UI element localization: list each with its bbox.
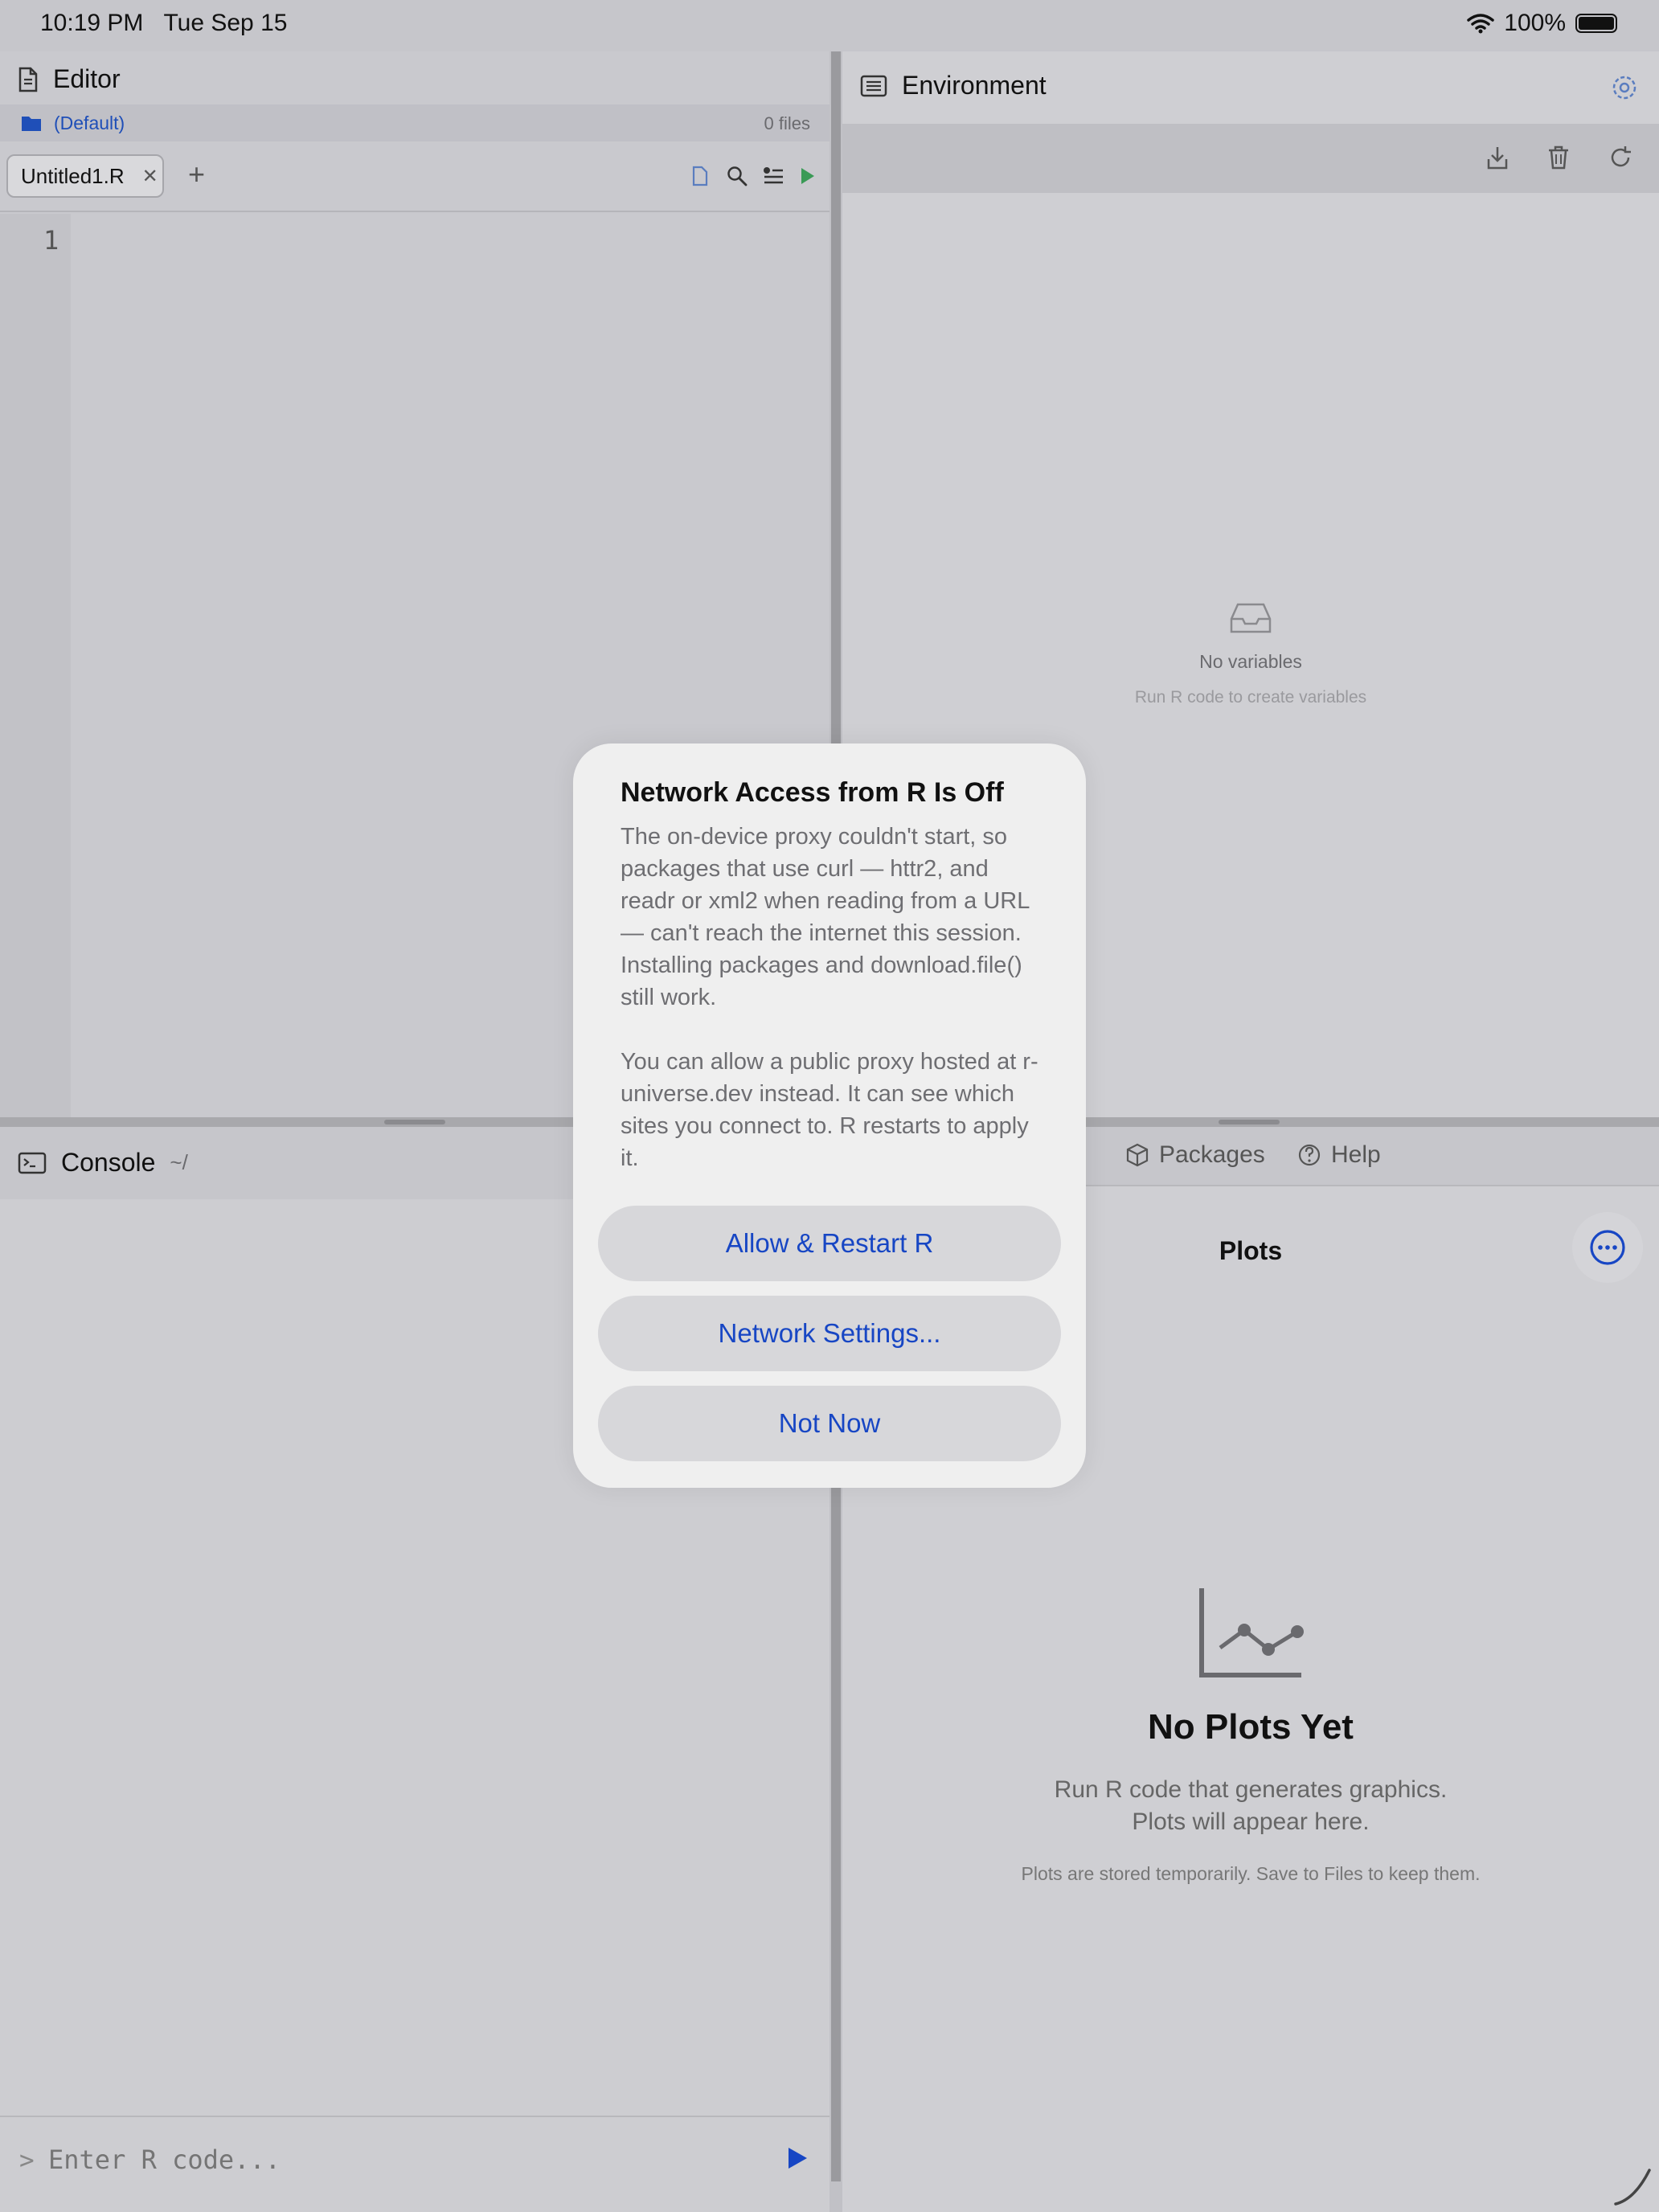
dialog-message: The on-device proxy couldn't start, so p… (621, 824, 1038, 1171)
settings-gear-icon[interactable] (1611, 74, 1638, 101)
trash-icon[interactable] (1546, 145, 1571, 170)
tab-packages-label: Packages (1159, 1141, 1265, 1168)
line-number: 1 (43, 225, 59, 256)
no-plots-title: No Plots Yet (1148, 1707, 1354, 1747)
new-file-icon[interactable] (691, 166, 709, 186)
status-time: 10:19 PM (40, 10, 144, 36)
chart-icon (1199, 1588, 1304, 1677)
tab-untitled1[interactable]: Untitled1.R ✕ (6, 154, 164, 198)
environment-header: Environment (860, 71, 1047, 100)
list-icon (860, 75, 887, 96)
network-settings-button[interactable]: Network Settings... (598, 1296, 1061, 1371)
allow-restart-button[interactable]: Allow & Restart R (598, 1206, 1061, 1281)
right-resize-handle[interactable] (1219, 1120, 1280, 1124)
project-name: (Default) (54, 113, 125, 133)
battery-percent: 100% (1504, 10, 1566, 36)
close-tab-icon[interactable]: ✕ (142, 165, 158, 188)
battery-icon (1575, 14, 1617, 33)
help-icon (1298, 1144, 1321, 1166)
inbox-icon (1230, 603, 1272, 633)
console-input-divider (0, 2116, 830, 2117)
refresh-icon[interactable] (1608, 145, 1633, 170)
editor-title: Editor (53, 64, 121, 93)
status-bar: 10:19 PM Tue Sep 15 100% (0, 0, 1659, 51)
import-icon[interactable] (1485, 145, 1509, 170)
folder-icon (22, 117, 41, 131)
no-plots-line1: Run R code that generates graphics. (1054, 1776, 1448, 1803)
more-options-icon (1590, 1230, 1625, 1265)
run-lines-icon[interactable] (762, 166, 784, 186)
status-time-date: 10:19 PM Tue Sep 15 (40, 10, 287, 37)
not-now-button[interactable]: Not Now (598, 1386, 1061, 1461)
search-icon[interactable] (727, 166, 748, 186)
project-bar[interactable]: (Default) 0 files (0, 104, 830, 141)
run-icon[interactable] (799, 166, 817, 186)
tab-help-label: Help (1331, 1141, 1381, 1168)
status-date: Tue Sep 15 (163, 10, 288, 36)
terminal-icon (18, 1152, 47, 1174)
resize-corner-icon[interactable] (1611, 2164, 1654, 2207)
document-icon (18, 67, 38, 92)
left-resize-handle[interactable] (384, 1120, 445, 1124)
editor-toolbar-divider (0, 211, 830, 212)
console-path: ~/ (170, 1150, 188, 1174)
tab-help[interactable]: Help (1297, 1141, 1381, 1169)
send-icon[interactable] (786, 2146, 809, 2170)
environment-title: Environment (902, 71, 1047, 100)
status-right: 100% (1467, 10, 1617, 37)
line-gutter (0, 214, 71, 1117)
console-input[interactable] (47, 2135, 757, 2185)
console-header: Console ~/ (18, 1148, 188, 1178)
environment-toolbar (842, 124, 1659, 193)
console-title: Console (61, 1148, 156, 1177)
no-plots-note: Plots are stored temporarily. Save to Fi… (1021, 1863, 1481, 1884)
console-prompt: > (19, 2146, 35, 2175)
add-tab-icon[interactable]: + (188, 158, 205, 191)
no-variables-label: No variables (1199, 651, 1302, 672)
file-count: 0 files (764, 113, 810, 133)
no-plots-line2: Plots will appear here. (1132, 1809, 1370, 1835)
editor-header: Editor (18, 64, 121, 94)
dialog-title: Network Access from R Is Off (621, 777, 1004, 808)
tab-label: Untitled1.R (21, 163, 125, 188)
tab-packages[interactable]: Packages (1125, 1141, 1265, 1169)
plots-more-button[interactable] (1572, 1212, 1643, 1283)
network-access-dialog: Network Access from R Is Off The on-devi… (573, 743, 1086, 1488)
wifi-icon (1467, 14, 1495, 34)
package-icon (1126, 1143, 1149, 1167)
no-variables-hint: Run R code to create variables (1134, 688, 1367, 707)
